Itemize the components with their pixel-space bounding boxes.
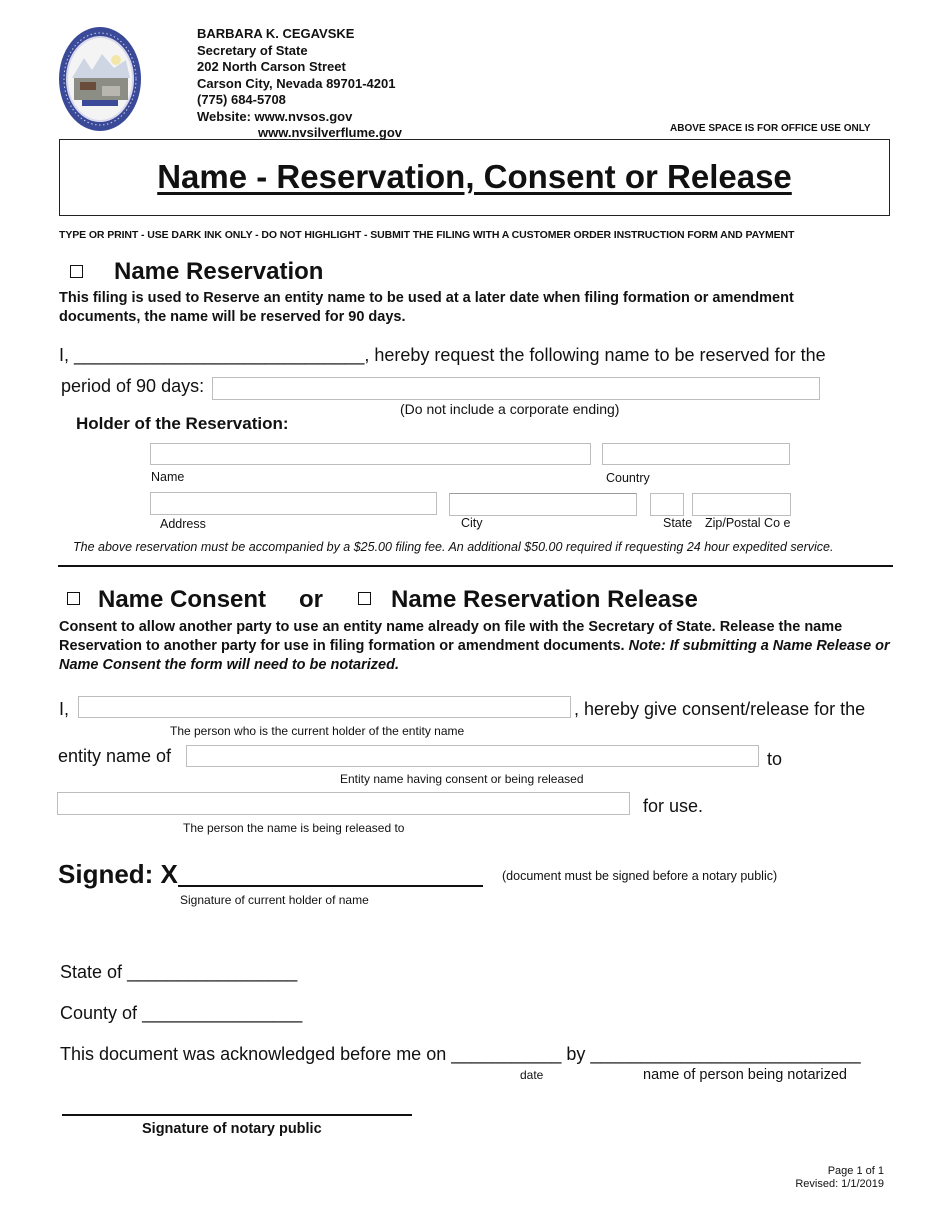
state-label: State — [663, 516, 693, 530]
name-reservation-heading: Name Reservation — [114, 258, 324, 285]
name-release-checkbox[interactable] — [358, 592, 371, 605]
signature-hint: Signature of current holder of name — [180, 893, 369, 907]
notarized-person-blank[interactable]: ___________________________ — [590, 1044, 860, 1064]
corporate-ending-hint: (Do not include a corporate ending) — [400, 401, 620, 417]
state-of-label: State of — [60, 962, 123, 982]
holder-zip-input[interactable] — [692, 493, 791, 516]
holder-heading: Holder of the Reservation: — [76, 414, 289, 433]
name-consent-heading: Name Consent — [98, 586, 267, 613]
office-use-note: ABOVE SPACE IS FOR OFFICE USE ONLY — [670, 123, 871, 134]
revision-date: Revised: 1/1/2019 — [795, 1178, 884, 1190]
notarized-person-hint: name of person being notarized — [643, 1067, 847, 1083]
entity-to-text: to — [767, 749, 783, 769]
holder-signature-line[interactable] — [178, 885, 483, 887]
notary-signature-label: Signature of notary public — [142, 1121, 322, 1137]
office-phone: (775) 684-5708 — [197, 92, 286, 107]
consent-i-label: I, — [59, 699, 70, 719]
current-holder-input[interactable] — [78, 696, 571, 718]
for-use-text: for use. — [643, 796, 704, 816]
form-title: Name - Reservation, Consent or Release — [157, 158, 792, 195]
name-release-heading: Name Reservation Release — [391, 586, 698, 613]
recipient-input[interactable] — [57, 792, 630, 815]
notary-signature-line[interactable] — [62, 1114, 412, 1116]
holder-country-input[interactable] — [602, 443, 790, 465]
office-street: 202 North Carson Street — [197, 59, 346, 74]
holder-hint: The person who is the current holder of … — [170, 724, 465, 738]
official-name: BARBARA K. CEGAVSKE — [197, 26, 355, 41]
office-city: Carson City, Nevada 89701-4201 — [197, 75, 396, 91]
or-text: or — [299, 586, 323, 613]
entity-name-label: entity name of — [58, 746, 172, 766]
page-number: Page 1 of 1 — [827, 1165, 884, 1177]
consent-line-suffix: , hereby give consent/release for the — [574, 699, 866, 719]
entity-name-input[interactable] — [186, 745, 759, 767]
acknowledgement-line: This document was acknowledged before me… — [60, 1044, 861, 1065]
signed-label: Signed: X — [58, 859, 178, 889]
state-of-blank[interactable]: _________________ — [127, 962, 297, 982]
acknowledgement-text: This document was acknowledged before me… — [60, 1044, 447, 1064]
county-of-line: County of ________________ — [60, 1003, 302, 1024]
request-suffix: , hereby request the following name to b… — [364, 345, 826, 365]
recipient-hint: The person the name is being released to — [183, 821, 405, 835]
reservation-description: This filing is used to Reserve an entity… — [59, 290, 794, 325]
consent-description: Consent to allow another party to use an… — [59, 618, 909, 675]
signature-note: (document must be signed before a notary… — [502, 869, 778, 883]
by-text: by — [566, 1044, 586, 1064]
ack-date-blank[interactable]: ___________ — [451, 1044, 561, 1064]
county-of-blank[interactable]: ________________ — [142, 1003, 302, 1023]
date-hint: date — [520, 1068, 544, 1082]
reserved-name-input[interactable] — [212, 377, 820, 400]
nevada-state-seal-icon — [58, 26, 142, 132]
request-prefix: I, — [59, 345, 75, 365]
official-title: Secretary of State — [197, 42, 308, 58]
name-reservation-checkbox[interactable] — [70, 265, 83, 278]
website-link[interactable]: Website: www.nvsos.gov — [197, 109, 402, 126]
state-of-line: State of _________________ — [60, 962, 297, 983]
fee-note: The above reservation must be accompanie… — [73, 540, 834, 554]
page-footer: Page 1 of 1 Revised: 1/1/2019 — [795, 1165, 884, 1191]
reservation-request-line: I, _____________________________, hereby… — [59, 345, 826, 366]
entity-hint: Entity name having consent or being rele… — [340, 772, 584, 786]
holder-name-input[interactable] — [150, 443, 591, 465]
name-label: Name — [151, 470, 185, 484]
section-divider — [58, 565, 893, 567]
office-address-block: BARBARA K. CEGAVSKE Secretary of State 2… — [197, 26, 402, 142]
holder-state-input[interactable] — [650, 493, 684, 516]
title-box: Name - Reservation, Consent or Release — [59, 139, 890, 216]
holder-city-input[interactable] — [449, 493, 637, 516]
country-label: Country — [606, 471, 650, 485]
holder-address-input[interactable] — [150, 492, 437, 515]
zip-label: Zip/Postal Co e — [705, 516, 791, 530]
requester-name-blank[interactable]: _____________________________ — [74, 345, 364, 365]
filing-instructions: TYPE OR PRINT - USE DARK INK ONLY - DO N… — [59, 229, 795, 241]
address-label: Address — [160, 517, 206, 531]
period-label: period of 90 days: — [61, 376, 205, 396]
county-of-label: County of — [60, 1003, 138, 1023]
name-consent-checkbox[interactable] — [67, 592, 80, 605]
city-label: City — [461, 516, 483, 530]
